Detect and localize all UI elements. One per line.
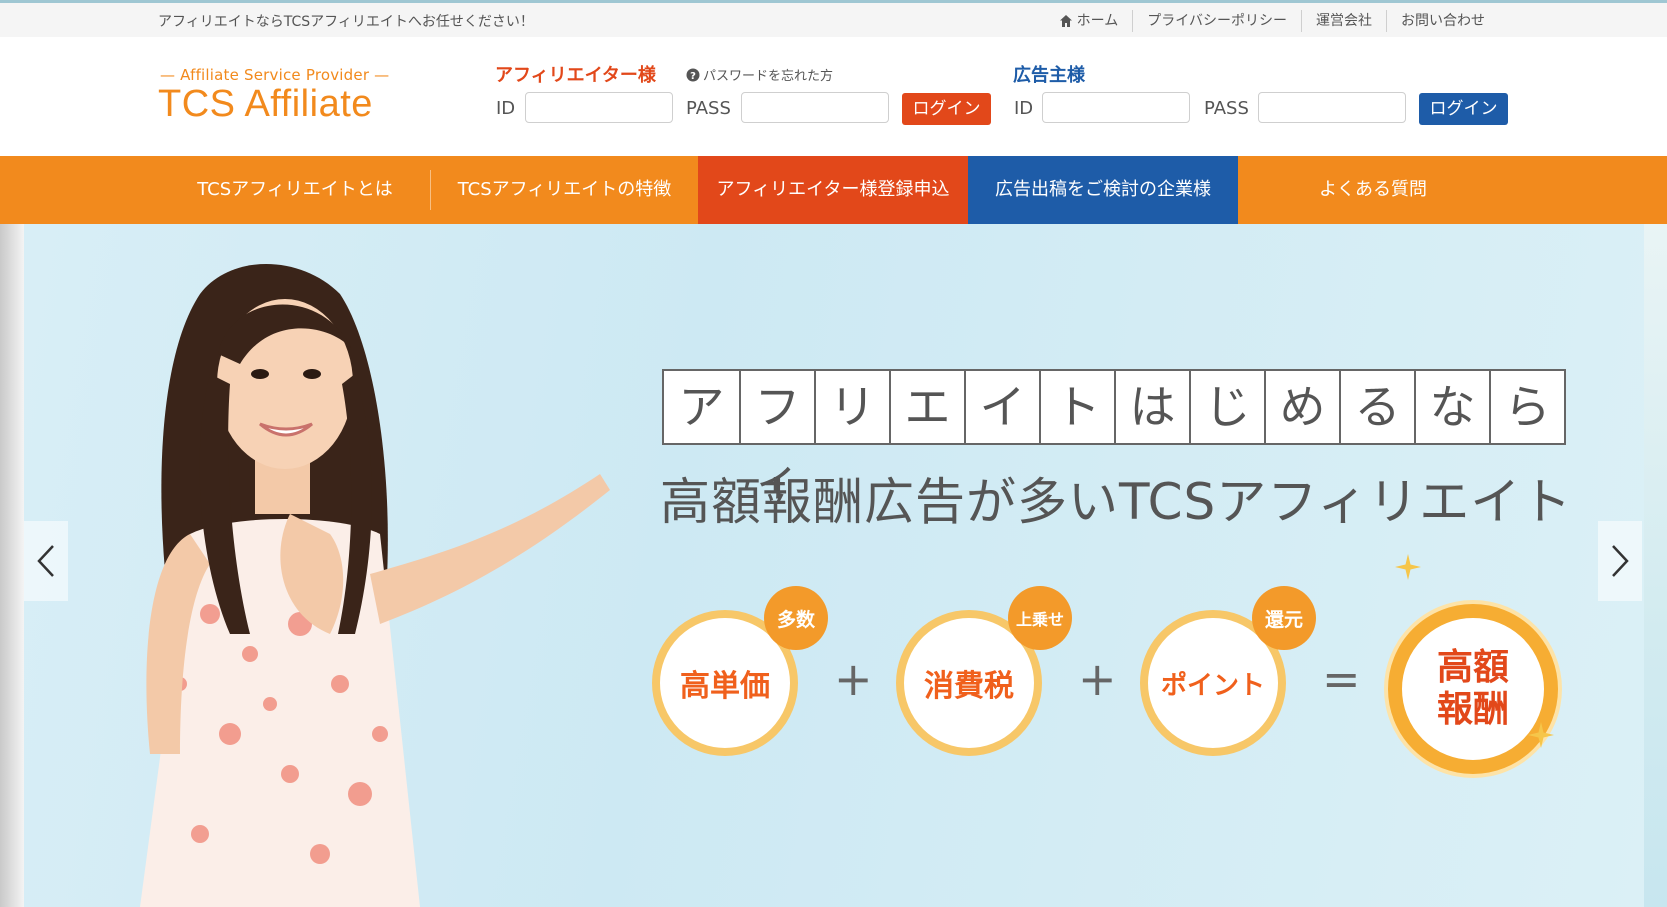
headline-char: じ xyxy=(1189,371,1264,443)
nav-item-faq[interactable]: よくある質問 xyxy=(1238,156,1508,224)
site-header: — Affiliate Service Provider — TCS Affil… xyxy=(0,37,1667,156)
next-slide-button[interactable] xyxy=(1598,521,1642,601)
affiliate-id-input[interactable] xyxy=(525,92,673,123)
feature-badge: 還元 xyxy=(1252,586,1316,650)
advertiser-pass-label: PASS xyxy=(1204,98,1249,119)
plus-sign: + xyxy=(1078,652,1117,706)
hero-headline: 高額報酬広告が多いTCSアフィリエイト xyxy=(660,473,1573,531)
headline-char: め xyxy=(1264,371,1339,443)
headline-char: ら xyxy=(1489,371,1564,443)
top-link-contact-label: お問い合わせ xyxy=(1401,13,1485,29)
affiliate-login-title: アフィリエイター様 xyxy=(495,65,656,86)
top-link-home-label: ホーム xyxy=(1076,13,1119,29)
headline-char: な xyxy=(1414,371,1489,443)
home-icon xyxy=(1059,15,1072,27)
nav-item-advertisers[interactable]: 広告出稿をご検討の企業様 xyxy=(968,156,1238,224)
previous-slide-button[interactable] xyxy=(24,521,68,601)
affiliate-id-label: ID xyxy=(496,98,516,119)
logo[interactable]: TCS Affiliate xyxy=(158,83,373,126)
advertiser-id-input[interactable] xyxy=(1042,92,1190,123)
feature-circle-label: 高単価 xyxy=(680,669,770,704)
headline-char: エ xyxy=(889,371,964,443)
headline-char: る xyxy=(1339,371,1414,443)
top-links: ホーム プライバシーポリシー 運営会社 お問い合わせ xyxy=(1045,10,1499,32)
affiliate-pass-label: PASS xyxy=(686,98,731,119)
sparkle-icon xyxy=(1395,554,1421,580)
tagline: アフィリエイトならTCSアフィリエイトへお任せください！ xyxy=(158,14,534,30)
main-nav: TCSアフィリエイトとは TCSアフィリエイトの特徴 アフィリエイター様登録申込… xyxy=(0,156,1667,224)
feature-circle-label: 消費税 xyxy=(924,669,1014,704)
headline-character-boxes: ア フィ リ エ イ ト は じ め る な ら xyxy=(662,369,1566,506)
result-line-2: 報酬 xyxy=(1436,689,1509,730)
headline-char: ト xyxy=(1039,371,1114,443)
result-circle-high-reward: 高額 報酬 xyxy=(1388,604,1558,774)
top-link-home[interactable]: ホーム xyxy=(1045,10,1133,32)
chevron-left-icon xyxy=(37,545,54,577)
forgot-password-link[interactable]: ? パスワードを忘れた方 xyxy=(686,65,833,84)
feature-badge: 上乗せ xyxy=(1008,586,1072,650)
headline-char: イ xyxy=(964,371,1039,443)
svg-text:?: ? xyxy=(690,70,696,81)
affiliate-pass-input[interactable] xyxy=(741,92,889,123)
forgot-password-label: パスワードを忘れた方 xyxy=(703,69,834,84)
hero-slider: ア フィ リ エ イ ト は じ め る な ら 高額報酬広告が多いTCSアフィ… xyxy=(0,224,1667,907)
advertiser-login-button[interactable]: ログイン xyxy=(1419,93,1508,125)
nav-item-affiliate-signup[interactable]: アフィリエイター様登録申込 xyxy=(698,156,968,224)
headline-char: リ xyxy=(814,371,889,443)
top-link-company[interactable]: 運営会社 xyxy=(1301,10,1386,32)
top-link-contact[interactable]: お問い合わせ xyxy=(1386,10,1499,32)
top-link-privacy[interactable]: プライバシーポリシー xyxy=(1132,10,1301,32)
question-icon: ? xyxy=(686,68,700,81)
nav-item-about[interactable]: TCSアフィリエイトとは xyxy=(160,156,430,224)
sparkle-icon xyxy=(1528,722,1554,748)
headline-char: ア xyxy=(678,380,725,434)
headline-char: フィ xyxy=(739,371,814,506)
result-line-1: 高額 xyxy=(1436,647,1509,688)
advertiser-pass-input[interactable] xyxy=(1258,92,1406,123)
equals-sign: = xyxy=(1322,652,1361,706)
headline-char: は xyxy=(1114,371,1189,443)
nav-item-features[interactable]: TCSアフィリエイトの特徴 xyxy=(431,156,698,224)
feature-circle-label: ポイント xyxy=(1160,670,1265,701)
affiliate-login-button[interactable]: ログイン xyxy=(902,93,991,125)
advertiser-login-title: 広告主様 xyxy=(1013,65,1085,86)
advertiser-id-label: ID xyxy=(1014,98,1034,119)
logo-subtitle: — Affiliate Service Provider — xyxy=(160,66,390,84)
top-link-company-label: 運営会社 xyxy=(1316,13,1372,29)
top-link-privacy-label: プライバシーポリシー xyxy=(1147,13,1287,29)
next-slide-edge xyxy=(1644,224,1667,907)
plus-sign: + xyxy=(834,652,873,706)
chevron-right-icon xyxy=(1612,545,1629,577)
top-bar: アフィリエイトならTCSアフィリエイトへお任せください！ ホーム プライバシーポ… xyxy=(0,0,1667,37)
previous-slide-edge xyxy=(0,224,24,907)
woman-illustration xyxy=(140,264,610,907)
feature-badge: 多数 xyxy=(764,586,828,650)
